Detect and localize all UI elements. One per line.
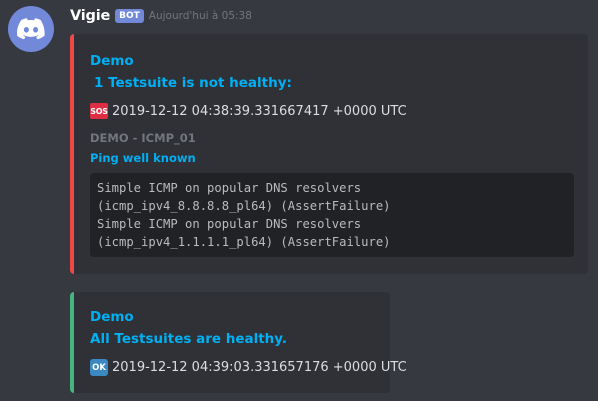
embed-status-line: OK 2019-12-12 04:39:03.331657176 +0000 U… bbox=[90, 359, 407, 376]
embed-accent-bar bbox=[70, 292, 74, 393]
code-line: Simple ICMP on popular DNS resolvers bbox=[97, 217, 362, 231]
discord-logo-icon bbox=[17, 18, 45, 40]
chat-message: Vigie BOT Aujourd'hui à 05:38 Demo 1 Tes… bbox=[0, 0, 598, 401]
embed-title: Demo bbox=[90, 309, 134, 325]
code-line: Simple ICMP on popular DNS resolvers bbox=[97, 181, 362, 195]
sos-emoji-icon: SOS bbox=[90, 103, 108, 119]
embed-healthy: Demo All Testsuites are healthy. OK 2019… bbox=[70, 292, 407, 393]
bot-badge: BOT bbox=[115, 9, 144, 23]
message-timestamp: Aujourd'hui à 05:38 bbox=[148, 10, 252, 22]
field-subtitle: Ping well known bbox=[90, 151, 196, 165]
message-header: Vigie BOT Aujourd'hui à 05:38 bbox=[70, 6, 252, 26]
username[interactable]: Vigie bbox=[70, 8, 110, 24]
embed-subtitle: 1 Testsuite is not healthy: bbox=[90, 75, 292, 91]
embed-status-time: 2019-12-12 04:39:03.331657176 +0000 UTC bbox=[112, 360, 407, 375]
embed-status-line: SOS 2019-12-12 04:38:39.331667417 +0000 … bbox=[90, 103, 407, 119]
code-block: Simple ICMP on popular DNS resolvers (icm… bbox=[90, 173, 574, 257]
ok-emoji-icon: OK bbox=[90, 359, 108, 376]
field-name: DEMO - ICMP_01 bbox=[90, 131, 196, 145]
code-line: (icmp_ipv4_8.8.8.8_pl64) (AssertFailure) bbox=[97, 199, 391, 213]
embed-subtitle: All Testsuites are healthy. bbox=[90, 331, 287, 347]
embed-status-time: 2019-12-12 04:38:39.331667417 +0000 UTC bbox=[112, 103, 407, 119]
embed-accent-bar bbox=[70, 34, 74, 274]
code-line: (icmp_ipv4_1.1.1.1_pl64) (AssertFailure) bbox=[97, 235, 391, 249]
embed-subtitle-text: 1 Testsuite is not healthy: bbox=[94, 75, 292, 91]
embed-unhealthy: Demo 1 Testsuite is not healthy: SOS 201… bbox=[70, 34, 588, 274]
avatar[interactable] bbox=[8, 6, 54, 52]
embed-title: Demo bbox=[90, 53, 134, 69]
